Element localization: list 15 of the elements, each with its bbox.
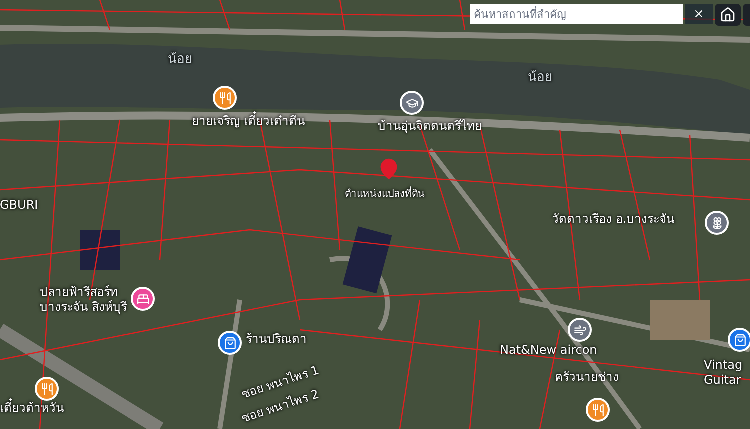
place-label: ตำแหน่งแปลงที่ดิน — [345, 189, 455, 202]
river-label: น้อย — [528, 70, 554, 86]
place-label: ร้านปริณดา — [246, 332, 308, 347]
close-icon — [693, 8, 705, 20]
place-label: ครัวนายช่าง — [555, 370, 620, 385]
place-label: Nat&New aircon — [500, 343, 598, 358]
river-label: น้อย — [168, 52, 194, 68]
close-button[interactable] — [685, 4, 713, 24]
home-button[interactable] — [715, 4, 741, 26]
place-label: ยายเจริญ เตี๋ยวเต๋าตีน — [192, 114, 362, 129]
home-icon — [720, 7, 736, 23]
search-field[interactable]: ค้นหาสถานที่สำคัญ — [470, 4, 683, 24]
place-label: Vintag Guitar — [704, 358, 744, 388]
place-label: บ้านอุ่นจิตดนตรีไทย — [378, 119, 483, 134]
place-label: GBURI — [0, 198, 40, 213]
